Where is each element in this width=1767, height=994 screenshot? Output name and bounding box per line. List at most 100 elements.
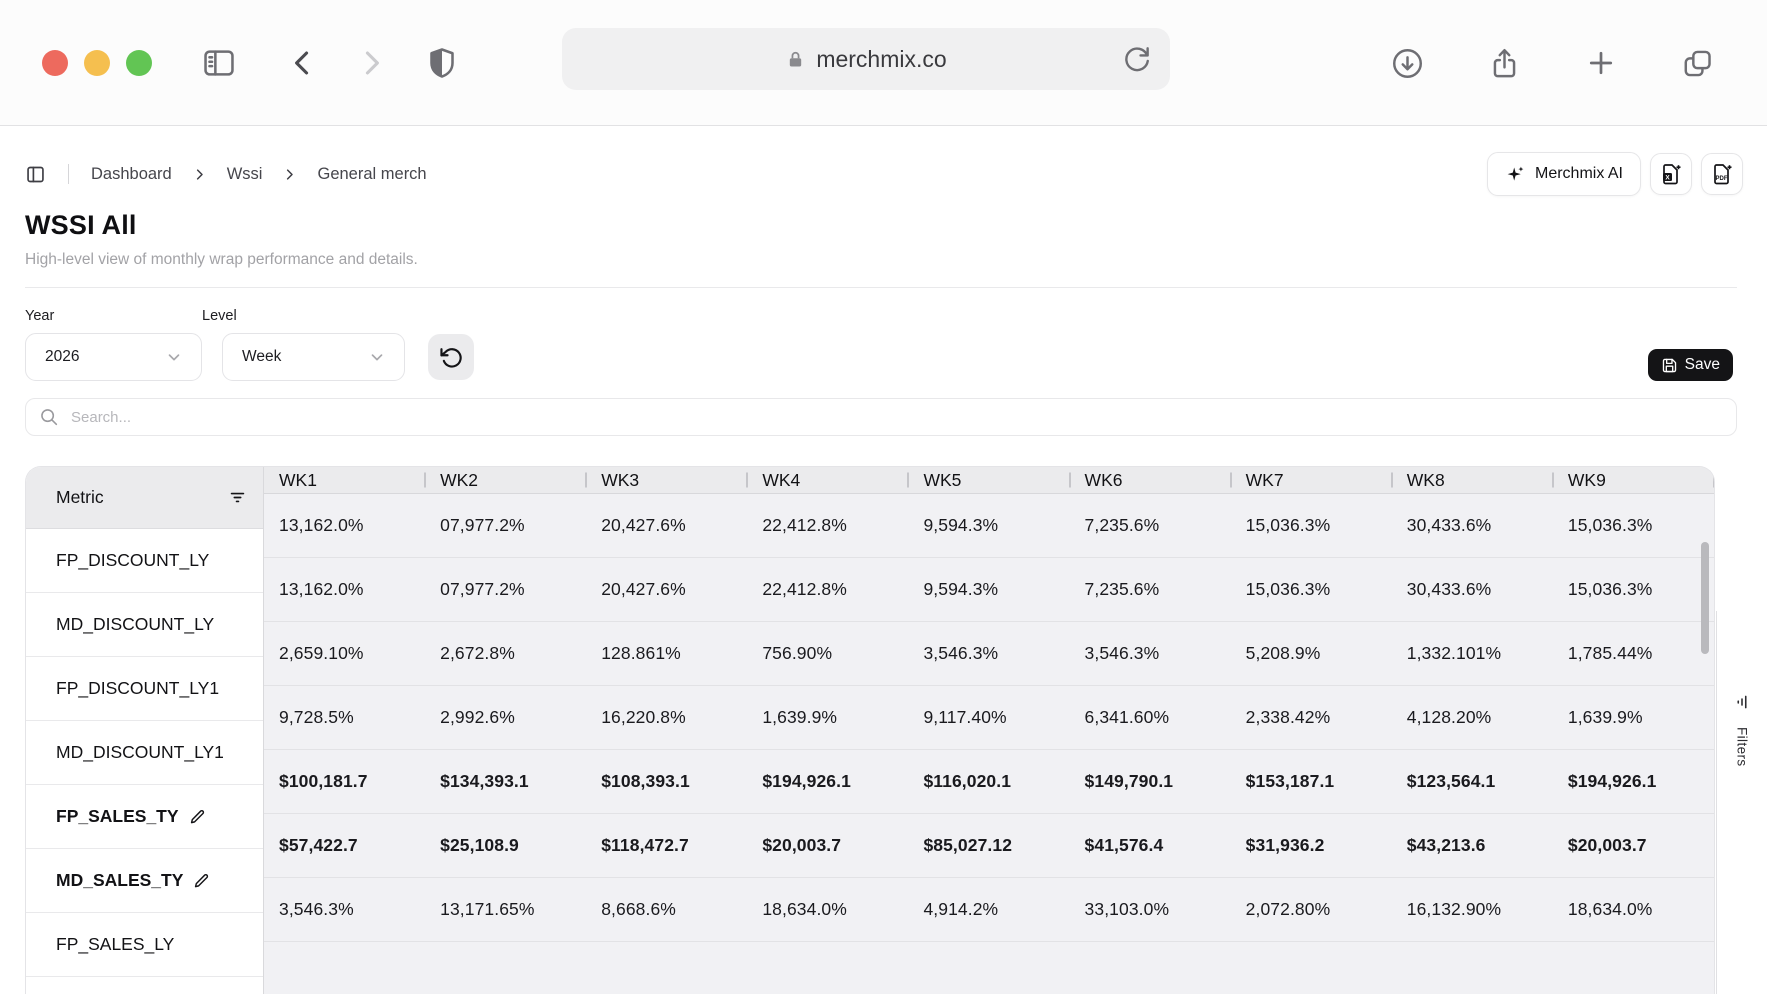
- table-cell: 15,036.3%: [1553, 494, 1714, 557]
- filters-rail-label: Filters: [1735, 727, 1750, 767]
- table-row: 13,162.0%07,977.2%20,427.6%22,412.8%9,59…: [264, 558, 1714, 622]
- metric-label: FP_SALES_LY: [56, 934, 174, 955]
- table-row: $100,181.7$134,393.1$108,393.1$194,926.1…: [264, 750, 1714, 814]
- table-cell: [1392, 942, 1553, 994]
- table-cell: [747, 942, 908, 994]
- export-pdf-button[interactable]: PDF: [1701, 153, 1743, 195]
- table-cell: 22,412.8%: [747, 494, 908, 557]
- privacy-report-button[interactable]: [424, 45, 460, 81]
- table-scrollbar-thumb[interactable]: [1701, 542, 1709, 654]
- reset-filters-button[interactable]: [428, 334, 474, 380]
- wssi-table: Metric FP_DISCOUNT_LY MD_DISCOUNT_LY FP_DI…: [25, 466, 1715, 994]
- table-row: 9,728.5%2,992.6%16,220.8%1,639.9%9,117.4…: [264, 686, 1714, 750]
- week-header-cell: WK6: [1070, 467, 1231, 493]
- minimize-window-button[interactable]: [84, 50, 110, 76]
- edit-pencil-icon[interactable]: [190, 809, 205, 824]
- metric-cell: FP_DISCOUNT_LY: [26, 529, 263, 593]
- forward-button[interactable]: [354, 46, 388, 80]
- table-cell: $31,936.2: [1231, 814, 1392, 877]
- metric-header-label: Metric: [56, 487, 104, 508]
- table-cell: 2,338.42%: [1231, 686, 1392, 749]
- data-body: 13,162.0%07,977.2%20,427.6%22,412.8%9,59…: [264, 494, 1714, 994]
- week-header-cell: WK2: [425, 467, 586, 493]
- table-cell: $194,926.1: [747, 750, 908, 813]
- table-cell: $149,790.1: [1070, 750, 1231, 813]
- svg-text:PDF: PDF: [1716, 176, 1728, 182]
- metric-label: MD_DISCOUNT_LY1: [56, 742, 224, 763]
- metric-cell: MD_SALES_TY: [26, 849, 263, 913]
- metric-cell: FP_DISCOUNT_LY1: [26, 657, 263, 721]
- table-cell: $25,108.9: [425, 814, 586, 877]
- year-label: Year: [25, 308, 202, 324]
- browser-sidebar-button[interactable]: [200, 44, 238, 82]
- table-cell: 3,546.3%: [908, 622, 1069, 685]
- save-button[interactable]: Save: [1648, 349, 1733, 381]
- table-cell: 3,546.3%: [264, 878, 425, 941]
- sidebar-icon: [200, 44, 238, 82]
- breadcrumb-item-dashboard[interactable]: Dashboard: [91, 165, 172, 184]
- table-cell: 4,128.20%: [1392, 686, 1553, 749]
- year-select-value: 2026: [45, 348, 79, 366]
- table-cell: 2,672.8%: [425, 622, 586, 685]
- table-cell: $100,181.7: [264, 750, 425, 813]
- chevron-down-icon: [368, 348, 386, 366]
- back-button[interactable]: [286, 46, 320, 80]
- table-cell: 16,220.8%: [586, 686, 747, 749]
- reload-button[interactable]: [1120, 42, 1154, 76]
- table-cell: $153,187.1: [1231, 750, 1392, 813]
- export-excel-button[interactable]: X: [1650, 153, 1692, 195]
- svg-text:X: X: [1665, 174, 1670, 181]
- tab-overview-button[interactable]: [1679, 45, 1716, 82]
- table-cell: [425, 942, 586, 994]
- metric-header-cell: Metric: [26, 467, 263, 529]
- share-icon: [1486, 45, 1523, 82]
- table-cell: 15,036.3%: [1231, 558, 1392, 621]
- breadcrumb-item-wssi[interactable]: Wssi: [227, 165, 263, 184]
- week-header-cell: WK7: [1231, 467, 1392, 493]
- page-subtitle: High-level view of monthly wrap performa…: [25, 251, 1737, 269]
- table-cell: 2,659.10%: [264, 622, 425, 685]
- filter-icon[interactable]: [228, 488, 247, 507]
- table-cell: 2,992.6%: [425, 686, 586, 749]
- table-cell: 18,634.0%: [1553, 878, 1714, 941]
- metric-label: FP_SALES_TY: [56, 806, 179, 827]
- app-sidebar-toggle-button[interactable]: [25, 164, 46, 185]
- merchmix-ai-button[interactable]: Merchmix AI: [1487, 152, 1641, 196]
- edit-pencil-icon[interactable]: [194, 873, 209, 888]
- table-cell: $85,027.12: [908, 814, 1069, 877]
- table-cell: $43,213.6: [1392, 814, 1553, 877]
- chevron-right-icon: [192, 167, 207, 182]
- table-cell: 9,594.3%: [908, 558, 1069, 621]
- filters-rail-toggle[interactable]: Filters: [1716, 611, 1767, 994]
- page-title: WSSI All: [25, 210, 1737, 241]
- table-cell: 16,132.90%: [1392, 878, 1553, 941]
- chevron-right-icon: [282, 167, 297, 182]
- new-tab-button[interactable]: [1583, 45, 1619, 81]
- address-bar[interactable]: merchmix.co: [562, 28, 1170, 90]
- table-cell: [1553, 942, 1714, 994]
- downloads-button[interactable]: [1389, 45, 1426, 82]
- table-cell: 9,117.40%: [908, 686, 1069, 749]
- table-cell: 9,728.5%: [264, 686, 425, 749]
- search-input[interactable]: [71, 409, 1724, 426]
- rotate-ccw-icon: [438, 344, 464, 370]
- zoom-window-button[interactable]: [126, 50, 152, 76]
- window-controls: [42, 50, 152, 76]
- share-button[interactable]: [1486, 45, 1523, 82]
- section-divider: [25, 287, 1737, 288]
- metric-label: MD_DISCOUNT_LY: [56, 614, 214, 635]
- table-cell: $41,576.4: [1070, 814, 1231, 877]
- breadcrumb-item-general-merch[interactable]: General merch: [317, 165, 426, 184]
- breadcrumb-divider: [68, 164, 69, 184]
- level-select[interactable]: Week: [222, 333, 405, 381]
- table-cell: 13,162.0%: [264, 558, 425, 621]
- save-label: Save: [1685, 356, 1720, 374]
- close-window-button[interactable]: [42, 50, 68, 76]
- table-row: 3,546.3%13,171.65%8,668.6%18,634.0%4,914…: [264, 878, 1714, 942]
- week-header-cell: WK1: [264, 467, 425, 493]
- table-cell: [586, 942, 747, 994]
- excel-export-icon: X: [1659, 162, 1683, 186]
- metric-label: FP_DISCOUNT_LY1: [56, 678, 219, 699]
- table-cell: 1,332.101%: [1392, 622, 1553, 685]
- year-select[interactable]: 2026: [25, 333, 202, 381]
